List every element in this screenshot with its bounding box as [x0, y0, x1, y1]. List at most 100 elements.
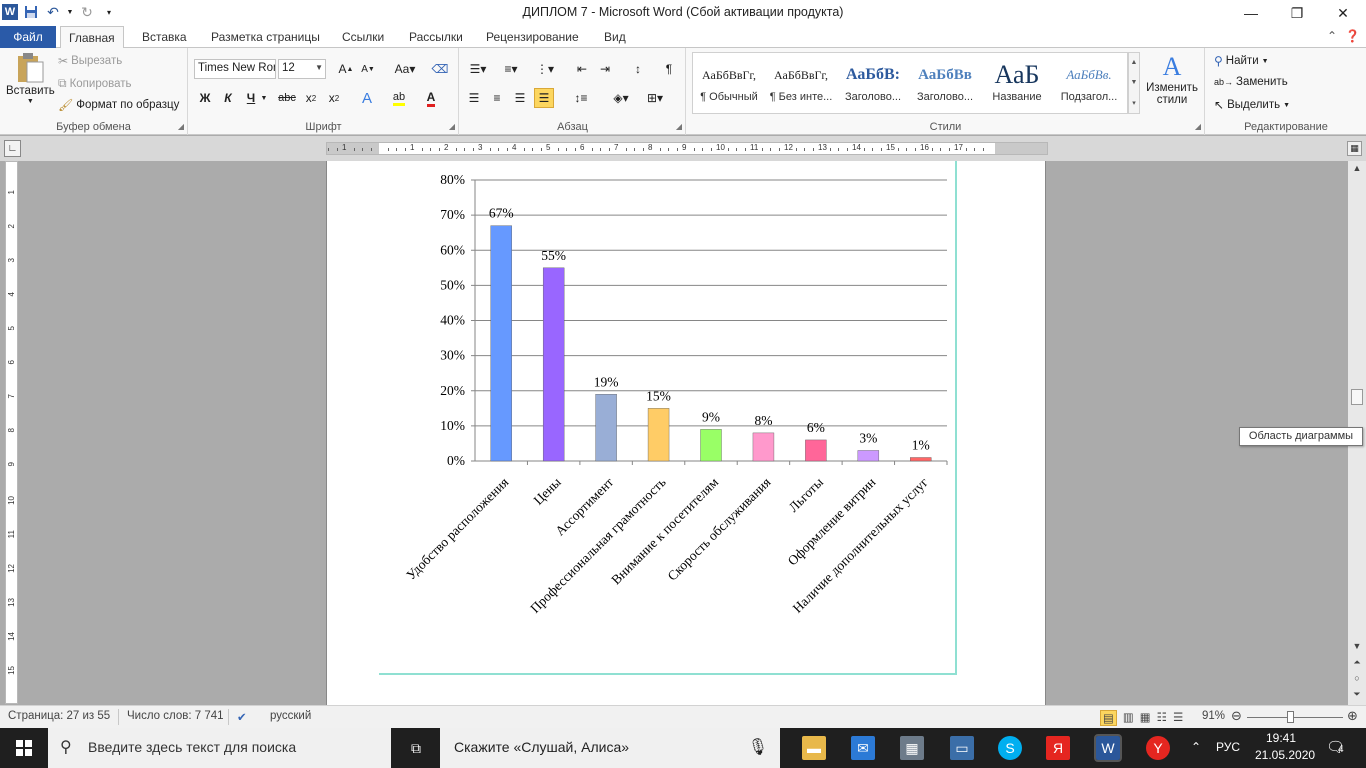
skype-icon[interactable]: S: [998, 736, 1022, 760]
replace-button[interactable]: ab→ Заменить: [1214, 76, 1288, 88]
zoom-level[interactable]: 91%: [1202, 710, 1225, 722]
styles-dialog-launcher-icon[interactable]: ◢: [1195, 122, 1201, 131]
page-counter[interactable]: Страница: 27 из 55: [8, 710, 110, 722]
print-layout-view-icon[interactable]: ▤: [1100, 710, 1117, 726]
desktop-app-icon[interactable]: ▭: [950, 736, 974, 760]
horizontal-ruler[interactable]: 3211234567891011121314151617: [326, 142, 1048, 155]
language-indicator[interactable]: русский: [270, 710, 311, 722]
word-taskbar-icon[interactable]: W: [1094, 734, 1122, 762]
tray-overflow-icon[interactable]: ⌃: [1191, 740, 1201, 754]
subscript-button[interactable]: x2: [301, 88, 321, 108]
clock-time[interactable]: 19:41: [1266, 731, 1296, 745]
increase-indent-button[interactable]: ⇥: [595, 59, 615, 79]
alice-voice-box[interactable]: Скажите «Слушай, Алиса» 🎙: [440, 728, 780, 768]
taskbar-search-box[interactable]: ⚲ Введите здесь текст для поиска: [48, 728, 391, 768]
align-left-button[interactable]: ☰: [464, 88, 484, 108]
text-effects-button[interactable]: A: [357, 88, 377, 108]
select-button[interactable]: ↖ Выделить ▼: [1214, 98, 1290, 112]
change-styles-button[interactable]: A Изменить стили: [1143, 52, 1201, 106]
chart-area[interactable]: 0% 10% 20% 30% 40% 50% 60% 70% 80% 67% 55% 19% 15% 9…: [379, 161, 957, 675]
help-icon[interactable]: ❓: [1345, 29, 1360, 43]
paragraph-dialog-launcher-icon[interactable]: ◢: [676, 122, 682, 131]
cut-button[interactable]: ✂ Вырезать: [58, 54, 122, 68]
document-page[interactable]: 0% 10% 20% 30% 40% 50% 60% 70% 80% 67% 55% 19% 15% 9…: [326, 161, 1046, 705]
style-heading-2[interactable]: АаБбВв Заголово...: [909, 59, 981, 115]
sort-button[interactable]: ↕: [628, 59, 648, 79]
font-name-combo[interactable]: Times New Roman: [194, 59, 276, 79]
borders-button[interactable]: ⊞▾: [642, 88, 668, 108]
mail-icon[interactable]: ✉: [851, 736, 875, 760]
dialog-launcher-icon[interactable]: ◢: [178, 122, 184, 131]
paste-button[interactable]: Вставить ▼: [6, 52, 55, 105]
bold-button[interactable]: Ж: [195, 88, 215, 108]
shading-button[interactable]: ◈▾: [608, 88, 634, 108]
font-size-combo[interactable]: 12 ▼: [278, 59, 326, 79]
microphone-icon[interactable]: 🎙: [748, 737, 768, 757]
zoom-slider[interactable]: [1247, 717, 1343, 718]
align-center-button[interactable]: ≡: [487, 88, 507, 108]
superscript-button[interactable]: x2: [324, 88, 344, 108]
web-layout-icon[interactable]: ▦: [1140, 710, 1151, 726]
copy-button[interactable]: ⧉ Копировать: [58, 76, 132, 91]
bar-chart[interactable]: 0% 10% 20% 30% 40% 50% 60% 70% 80% 67% 55% 19% 15% 9…: [379, 161, 957, 675]
styles-gallery-scroll[interactable]: ▲ ▼ ▾: [1128, 52, 1140, 114]
yandex-icon[interactable]: Я: [1046, 736, 1070, 760]
vertical-ruler[interactable]: 1 2 3 4 5 6 7 8 9 10 11 12 13 14 15: [5, 161, 18, 704]
decrease-indent-button[interactable]: ⇤: [572, 59, 592, 79]
multilevel-list-button[interactable]: ⋮▾: [532, 59, 558, 79]
full-screen-reading-icon[interactable]: ▥: [1123, 710, 1134, 726]
style-no-spacing[interactable]: АаБбВвГг, ¶ Без инте...: [765, 59, 837, 115]
underline-dropdown-icon[interactable]: ▼: [259, 88, 269, 108]
grow-font-button[interactable]: A ▲: [336, 59, 356, 79]
font-color-button[interactable]: A: [421, 88, 441, 108]
shrink-font-button[interactable]: A ▼: [358, 59, 378, 79]
language-tray[interactable]: РУС: [1216, 740, 1240, 754]
line-spacing-button[interactable]: ↕≡: [568, 88, 594, 108]
tab-file[interactable]: Файл: [0, 26, 56, 48]
previous-page-icon[interactable]: ⏶: [1348, 655, 1366, 669]
tab-insert[interactable]: Вставка: [134, 26, 195, 48]
numbering-button[interactable]: ≡▾: [498, 59, 524, 79]
font-dialog-launcher-icon[interactable]: ◢: [449, 122, 455, 131]
highlight-color-button[interactable]: ab: [387, 88, 411, 108]
justify-button[interactable]: ☰: [534, 88, 554, 108]
tab-review[interactable]: Рецензирование: [478, 26, 587, 48]
tab-page-layout[interactable]: Разметка страницы: [203, 26, 328, 48]
minimize-ribbon-icon[interactable]: ⌃: [1327, 29, 1337, 43]
style-subtitle[interactable]: АаБбВв. Подзагол...: [1053, 59, 1125, 115]
tab-references[interactable]: Ссылки: [334, 26, 392, 48]
draft-view-icon[interactable]: ☰: [1173, 710, 1183, 726]
underline-button[interactable]: Ч: [241, 88, 261, 108]
style-title[interactable]: АаБ Название: [981, 59, 1053, 115]
zoom-slider-knob[interactable]: [1287, 711, 1294, 723]
style-heading-1[interactable]: АаБбВ: Заголово...: [837, 59, 909, 115]
bullets-button[interactable]: ☰▾: [466, 59, 490, 79]
italic-button[interactable]: К: [218, 88, 238, 108]
tab-mailings[interactable]: Рассылки: [401, 26, 471, 48]
calculator-icon[interactable]: ▦: [900, 736, 924, 760]
scroll-up-icon[interactable]: ▲: [1348, 161, 1366, 175]
zoom-out-icon[interactable]: ⊖: [1231, 708, 1242, 724]
format-painter-button[interactable]: 🖌 Формат по образцу: [58, 98, 179, 112]
file-explorer-icon[interactable]: ▬: [802, 736, 826, 760]
minimize-button[interactable]: —: [1228, 0, 1274, 26]
spellcheck-icon[interactable]: ✔: [237, 710, 247, 724]
tab-stop-selector[interactable]: ∟: [4, 140, 21, 157]
windows-start-icon[interactable]: [12, 736, 36, 760]
style-normal[interactable]: АаБбВвГг, ¶ Обычный: [693, 59, 765, 115]
align-right-button[interactable]: ☰: [510, 88, 530, 108]
restore-button[interactable]: ❐: [1274, 0, 1320, 26]
scroll-down-icon[interactable]: ▼: [1348, 639, 1366, 653]
tab-view[interactable]: Вид: [596, 26, 634, 48]
browse-object-icon[interactable]: ○: [1348, 671, 1366, 685]
strikethrough-button[interactable]: abc: [275, 88, 299, 108]
clear-formatting-icon[interactable]: ⌫: [430, 59, 450, 79]
task-view-icon[interactable]: ⧉: [404, 736, 428, 760]
find-button[interactable]: ⚲ Найти ▼: [1214, 54, 1269, 68]
show-formatting-button[interactable]: ¶: [659, 59, 679, 79]
next-page-icon[interactable]: ⏷: [1348, 687, 1366, 701]
word-count[interactable]: Число слов: 7 741: [127, 710, 224, 722]
zoom-in-icon[interactable]: ⊕: [1347, 708, 1358, 724]
yandex-browser-icon[interactable]: Y: [1146, 736, 1170, 760]
tab-home[interactable]: Главная: [60, 26, 124, 49]
